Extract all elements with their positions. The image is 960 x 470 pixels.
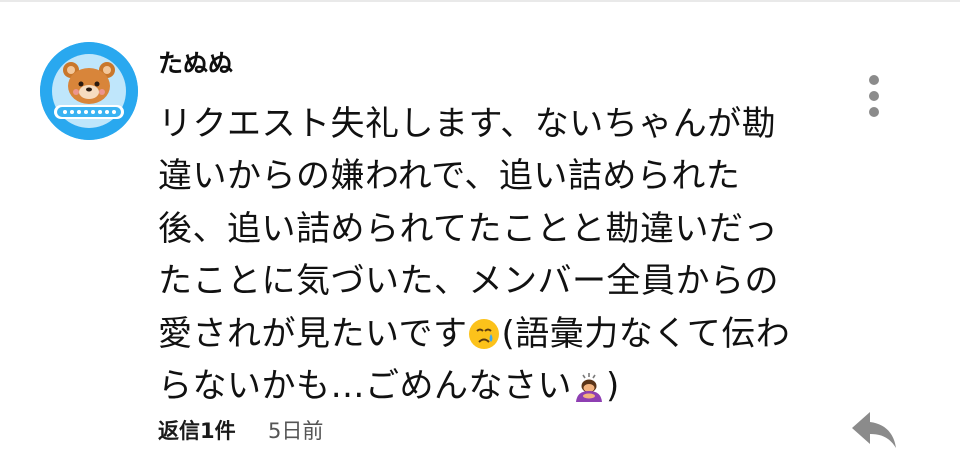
comment-card: たぬぬ リクエスト失礼します、ないちゃんが勘 違いからの嫌われで、追い詰められた… (0, 0, 960, 470)
comment-line: 愛されが見たいです (語彙力なくて伝わ (158, 308, 838, 360)
more-vertical-icon (869, 75, 879, 85)
comment-line: たことに気づいた、メンバー全員からの (158, 261, 779, 302)
avatar[interactable] (40, 42, 138, 140)
bowing-person-emoji (572, 369, 606, 403)
crying-face-emoji (467, 317, 501, 351)
comment-line: 後、追い詰められてたことと勘違いだっ (158, 208, 778, 249)
divider (0, 0, 960, 2)
comment-text-segment: 愛されが見たいです (158, 313, 468, 354)
reply-count-link[interactable]: 返信1件 (158, 414, 236, 448)
more-vertical-icon-dot (869, 107, 879, 117)
comment-timestamp: 5日前 (268, 419, 324, 443)
comment-author[interactable]: たぬぬ (158, 46, 233, 82)
more-vertical-icon-dot (869, 91, 879, 101)
comment-line: らないかも…ごめんなさい ) (158, 360, 838, 412)
comment-body: リクエスト失礼します、ないちゃんが勘 違いからの嫌われで、追い詰められた 後、追… (158, 98, 838, 412)
comment-line: リクエスト失礼します、ないちゃんが勘 (158, 104, 777, 144)
comment-line: 違いからの嫌われで、追い詰められた (158, 156, 741, 197)
comment-text-segment: ) (606, 365, 620, 406)
more-options-button[interactable] (856, 72, 892, 120)
reply-button[interactable] (846, 404, 902, 456)
bear-avatar-icon (40, 42, 138, 140)
comment-text-segment: (語彙力なくて伝わ (501, 313, 791, 354)
comment-text-segment: らないかも…ごめんなさい (158, 365, 572, 406)
reply-arrow-icon (852, 412, 896, 448)
